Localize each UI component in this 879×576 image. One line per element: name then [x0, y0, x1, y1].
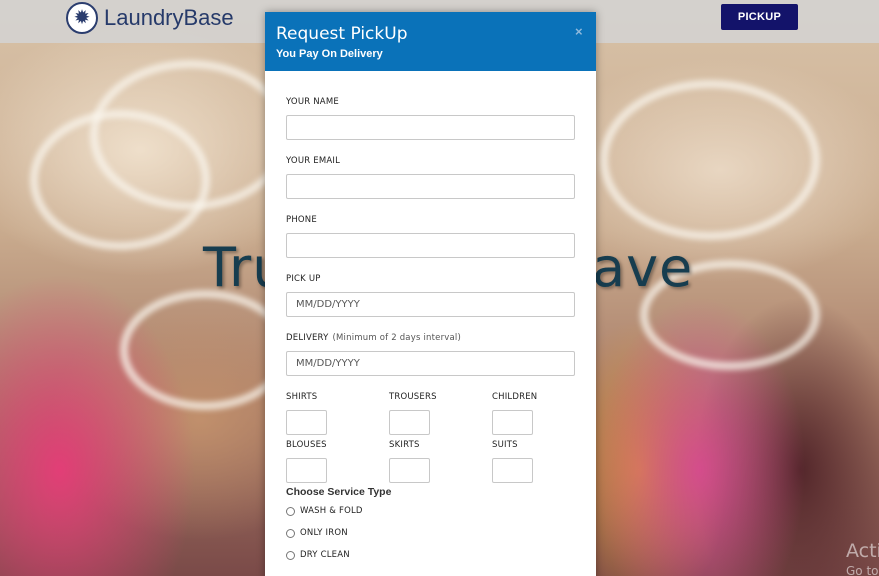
brand[interactable]: ✹ LaundryBase [66, 2, 234, 34]
service-option-label: ONLY IRON [300, 528, 348, 538]
phone-label: PHONE [286, 215, 317, 225]
pickup-nav-button[interactable]: PICKUP [721, 4, 798, 30]
radio-button[interactable] [286, 550, 295, 560]
email-field[interactable] [286, 174, 575, 199]
activation-watermark-subtitle: Go to [846, 564, 879, 576]
children-label: CHILDREN [492, 392, 538, 402]
hanger-decoration [600, 80, 820, 240]
hanger-decoration [30, 110, 210, 250]
skirts-quantity-field[interactable] [389, 458, 430, 483]
delivery-label-text: DELIVERY [286, 333, 329, 343]
modal-header: Request PickUp You Pay On Delivery × [265, 12, 596, 71]
delivery-date-label: DELIVERY (Minimum of 2 days interval) [286, 333, 461, 343]
delivery-hint: (Minimum of 2 days interval) [332, 333, 462, 343]
suits-quantity-field[interactable] [492, 458, 533, 483]
radio-button[interactable] [286, 506, 295, 516]
blouses-quantity-field[interactable] [286, 458, 327, 483]
modal-title: Request PickUp [276, 24, 408, 44]
brand-name: LaundryBase [104, 5, 234, 30]
email-label: YOUR EMAIL [286, 156, 341, 166]
service-option-wash-fold[interactable]: WASH & FOLD [286, 506, 363, 516]
phone-field[interactable] [286, 233, 575, 258]
close-icon[interactable]: × [575, 24, 583, 39]
request-pickup-modal: Request PickUp You Pay On Delivery × YOU… [265, 12, 596, 576]
delivery-date-field[interactable] [286, 351, 575, 376]
hero-heading-right: ave [592, 236, 694, 299]
service-option-only-iron[interactable]: ONLY IRON [286, 528, 348, 538]
name-label: YOUR NAME [286, 97, 339, 107]
service-option-label: WASH & FOLD [300, 506, 363, 516]
blouses-label: BLOUSES [286, 440, 327, 450]
trousers-label: TROUSERS [389, 392, 437, 402]
service-type-heading: Choose Service Type [286, 486, 392, 498]
service-option-label: DRY CLEAN [300, 550, 350, 560]
trousers-quantity-field[interactable] [389, 410, 430, 435]
pickup-date-field[interactable] [286, 292, 575, 317]
shirts-quantity-field[interactable] [286, 410, 327, 435]
radio-button[interactable] [286, 528, 295, 538]
suits-label: SUITS [492, 440, 518, 450]
shirts-label: SHIRTS [286, 392, 318, 402]
gear-logo-icon: ✹ [66, 2, 98, 34]
modal-subtitle: You Pay On Delivery [276, 48, 383, 60]
children-quantity-field[interactable] [492, 410, 533, 435]
activation-watermark-title: Acti [846, 540, 879, 562]
skirts-label: SKIRTS [389, 440, 420, 450]
name-field[interactable] [286, 115, 575, 140]
pickup-date-label: PICK UP [286, 274, 321, 284]
service-option-dry-clean[interactable]: DRY CLEAN [286, 550, 350, 560]
